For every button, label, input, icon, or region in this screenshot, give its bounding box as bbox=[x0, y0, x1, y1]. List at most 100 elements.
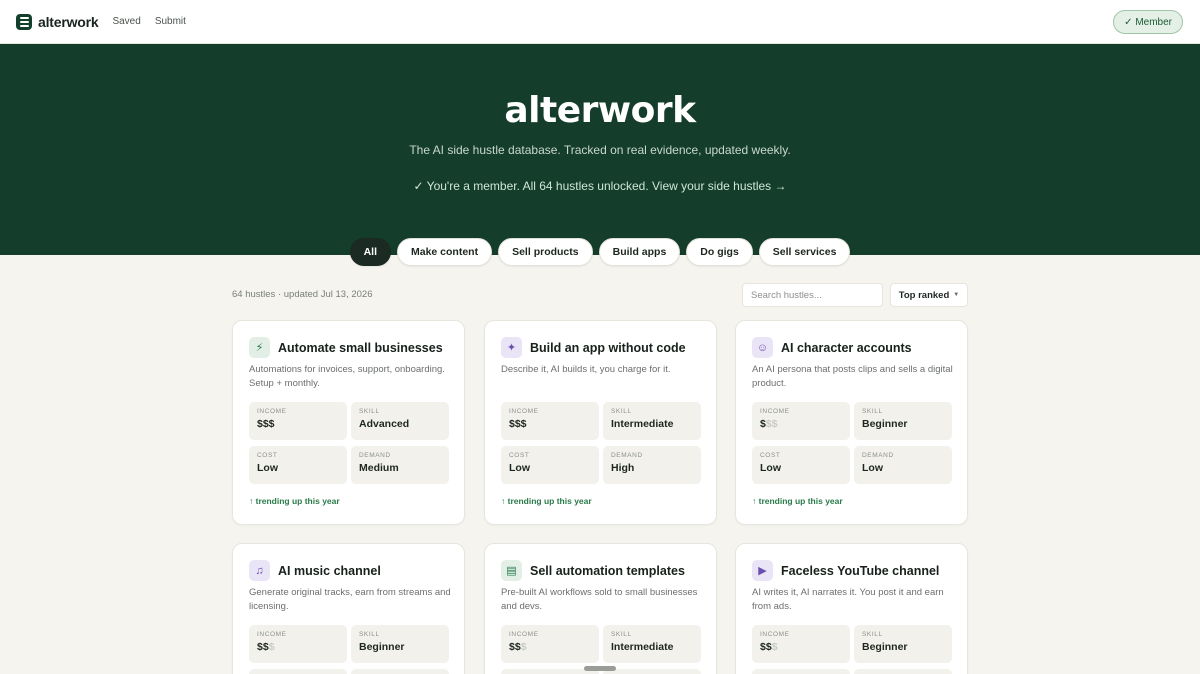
category-pill-make-content[interactable]: Make content bbox=[396, 238, 493, 266]
demand-stat: DEMAND bbox=[854, 669, 952, 674]
skill-value: Beginner bbox=[359, 641, 405, 653]
demand-stat: DEMAND bbox=[351, 669, 449, 674]
stat-label: COST bbox=[509, 452, 530, 459]
stat-label: DEMAND bbox=[862, 452, 894, 459]
income-stat: INCOME $$$ bbox=[501, 625, 599, 663]
top-nav: alterwork Saved Submit ✓ Member bbox=[0, 0, 1200, 44]
stat-label: INCOME bbox=[257, 631, 287, 638]
income-value: $$$ bbox=[760, 641, 778, 653]
income-value: $$$ bbox=[509, 641, 527, 653]
skill-value: Intermediate bbox=[611, 418, 674, 430]
search-input[interactable]: Search hustles... bbox=[742, 283, 883, 307]
income-stat: INCOME $$$ bbox=[752, 625, 850, 663]
trend-indicator: ↑ trending up this year bbox=[501, 496, 592, 506]
skill-stat: SKILL Advanced bbox=[351, 402, 449, 440]
card-title: Build an app without code bbox=[530, 340, 686, 355]
skill-value: Intermediate bbox=[611, 641, 674, 653]
logo-icon bbox=[16, 13, 32, 30]
income-value: $$$ bbox=[257, 418, 275, 430]
hero-banner: alterwork The AI side hustle database. T… bbox=[0, 44, 1200, 255]
hustle-card[interactable]: ☺ AI character accounts An AI persona th… bbox=[735, 320, 968, 525]
hustle-card[interactable]: ✦ Build an app without code Describe it,… bbox=[484, 320, 717, 525]
trend-indicator: ↑ trending up this year bbox=[752, 496, 843, 506]
skill-stat: SKILL Intermediate bbox=[603, 625, 701, 663]
card-description: AI writes it, AI narrates it. You post i… bbox=[752, 587, 944, 612]
cost-stat: COST Low bbox=[752, 446, 850, 484]
briefcase-icon: ▤ bbox=[501, 560, 522, 581]
sort-dropdown[interactable]: Top ranked ▼ bbox=[890, 283, 968, 307]
income-stat: INCOME $$$ bbox=[249, 402, 347, 440]
stat-label: SKILL bbox=[862, 631, 883, 638]
stat-label: SKILL bbox=[611, 631, 632, 638]
demand-stat: DEMAND Low bbox=[854, 446, 952, 484]
logo[interactable]: alterwork bbox=[16, 13, 99, 30]
stat-label: SKILL bbox=[359, 631, 380, 638]
hero-subtitle: The AI side hustle database. Tracked on … bbox=[409, 143, 791, 157]
skill-stat: SKILL Beginner bbox=[854, 625, 952, 663]
income-stat: INCOME $$$ bbox=[752, 402, 850, 440]
cost-stat: COST bbox=[752, 669, 850, 674]
stat-label: INCOME bbox=[760, 408, 790, 415]
demand-value: Medium bbox=[359, 462, 399, 474]
trend-indicator: ↑ trending up this year bbox=[249, 496, 340, 506]
stat-label: INCOME bbox=[760, 631, 790, 638]
nav-link-submit[interactable]: Submit bbox=[155, 16, 186, 27]
stat-label: INCOME bbox=[509, 408, 539, 415]
cost-value: Low bbox=[509, 462, 530, 474]
card-description: Generate original tracks, earn from stre… bbox=[249, 587, 451, 612]
cost-stat: COST Low bbox=[501, 446, 599, 484]
card-title: Sell automation templates bbox=[530, 563, 685, 578]
demand-value: Low bbox=[862, 462, 883, 474]
skill-value: Advanced bbox=[359, 418, 410, 430]
cost-stat: COST bbox=[249, 669, 347, 674]
hustle-card[interactable]: ⚡ Automate small businesses Automations … bbox=[232, 320, 465, 525]
hustle-card[interactable]: ♫ AI music channel Generate original tra… bbox=[232, 543, 465, 674]
stat-label: COST bbox=[257, 452, 278, 459]
stat-label: SKILL bbox=[862, 408, 883, 415]
demand-stat: DEMAND Medium bbox=[351, 446, 449, 484]
category-pill-sell-services[interactable]: Sell services bbox=[758, 238, 851, 266]
skill-value: Beginner bbox=[862, 418, 908, 430]
chevron-down-icon: ▼ bbox=[953, 292, 960, 298]
category-pill-all[interactable]: All bbox=[349, 238, 391, 266]
hero-title: alterwork bbox=[504, 90, 696, 131]
category-pill-sell-products[interactable]: Sell products bbox=[498, 238, 593, 266]
card-description: Describe it, AI builds it, you charge fo… bbox=[501, 364, 671, 375]
card-title: Faceless YouTube channel bbox=[781, 563, 940, 578]
sort-label: Top ranked bbox=[898, 289, 950, 301]
card-title: AI music channel bbox=[278, 563, 381, 578]
bolt-icon: ⚡ bbox=[249, 337, 270, 358]
hustle-card[interactable]: ▤ Sell automation templates Pre-built AI… bbox=[484, 543, 717, 674]
stat-label: COST bbox=[760, 452, 781, 459]
card-description: An AI persona that posts clips and sells… bbox=[752, 364, 953, 389]
magic-wand-icon: ✦ bbox=[501, 337, 522, 358]
category-pill-do-gigs[interactable]: Do gigs bbox=[686, 238, 753, 266]
stat-label: DEMAND bbox=[611, 452, 643, 459]
category-pill-build-apps[interactable]: Build apps bbox=[598, 238, 681, 266]
scroll-handle[interactable] bbox=[584, 666, 616, 671]
skill-value: Beginner bbox=[862, 641, 908, 653]
nav-link-saved[interactable]: Saved bbox=[112, 16, 140, 27]
stat-label: INCOME bbox=[509, 631, 539, 638]
member-button[interactable]: ✓ Member bbox=[1113, 10, 1183, 34]
stat-label: SKILL bbox=[359, 408, 380, 415]
skill-stat: SKILL Beginner bbox=[854, 402, 952, 440]
member-status-link[interactable]: ✓ You're a member. All 64 hustles unlock… bbox=[0, 179, 1200, 193]
demand-stat: DEMAND bbox=[603, 669, 701, 674]
income-value: $$$ bbox=[509, 418, 527, 430]
card-title: Automate small businesses bbox=[278, 340, 443, 355]
skill-stat: SKILL Intermediate bbox=[603, 402, 701, 440]
cost-value: Low bbox=[257, 462, 278, 474]
video-icon: ▶ bbox=[752, 560, 773, 581]
cost-value: Low bbox=[760, 462, 781, 474]
stat-label: SKILL bbox=[611, 408, 632, 415]
income-stat: INCOME $$$ bbox=[501, 402, 599, 440]
card-description: Automations for invoices, support, onboa… bbox=[249, 364, 445, 389]
stat-label: INCOME bbox=[257, 408, 287, 415]
demand-value: High bbox=[611, 462, 635, 474]
results-meta: 64 hustles · updated Jul 13, 2026 bbox=[232, 289, 373, 300]
card-description: Pre-built AI workflows sold to small bus… bbox=[501, 587, 698, 612]
skill-stat: SKILL Beginner bbox=[351, 625, 449, 663]
card-title: AI character accounts bbox=[781, 340, 912, 355]
hustle-card[interactable]: ▶ Faceless YouTube channel AI writes it,… bbox=[735, 543, 968, 674]
